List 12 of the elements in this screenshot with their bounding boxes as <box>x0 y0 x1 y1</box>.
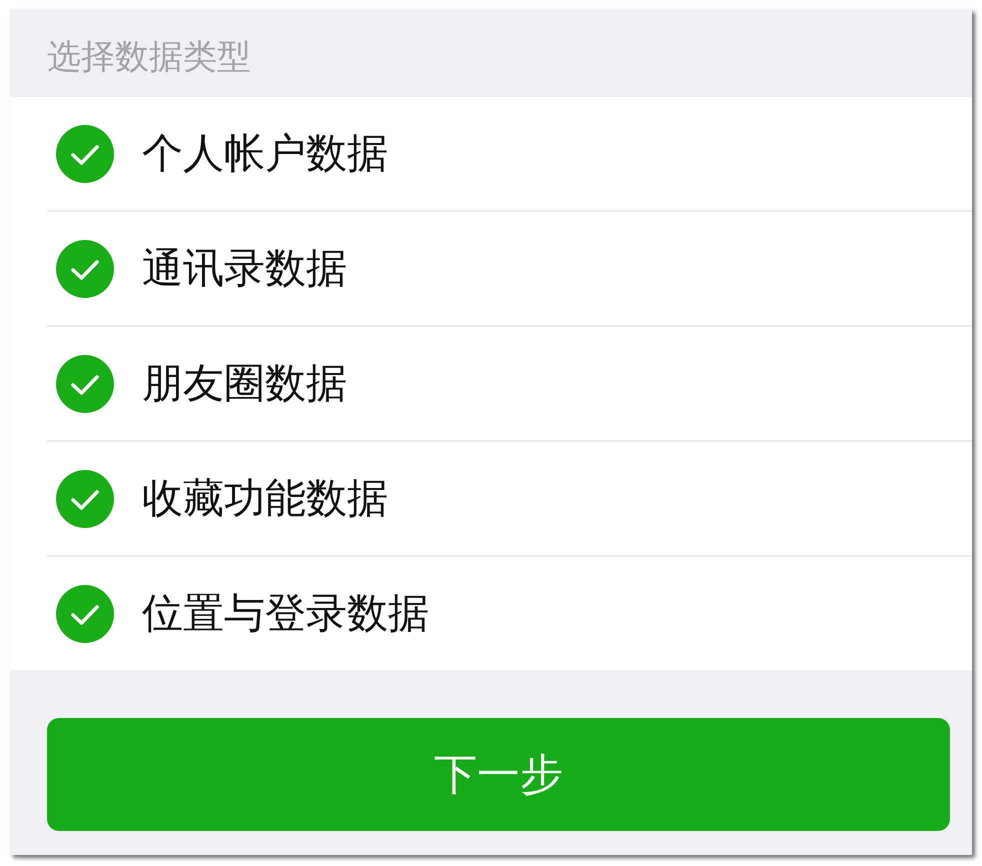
check-circle-icon[interactable] <box>56 124 114 182</box>
option-label: 通讯录数据 <box>142 244 347 294</box>
section-title: 选择数据类型 <box>47 36 251 78</box>
option-label: 朋友圈数据 <box>142 358 347 408</box>
check-circle-icon[interactable] <box>56 240 114 298</box>
option-label: 收藏功能数据 <box>142 474 388 524</box>
next-button[interactable]: 下一步 <box>47 718 950 831</box>
option-label: 个人帐户数据 <box>142 128 388 178</box>
check-circle-icon[interactable] <box>56 354 114 412</box>
option-label: 位置与登录数据 <box>142 588 429 638</box>
check-circle-icon[interactable] <box>56 470 114 528</box>
check-circle-icon[interactable] <box>56 584 114 642</box>
